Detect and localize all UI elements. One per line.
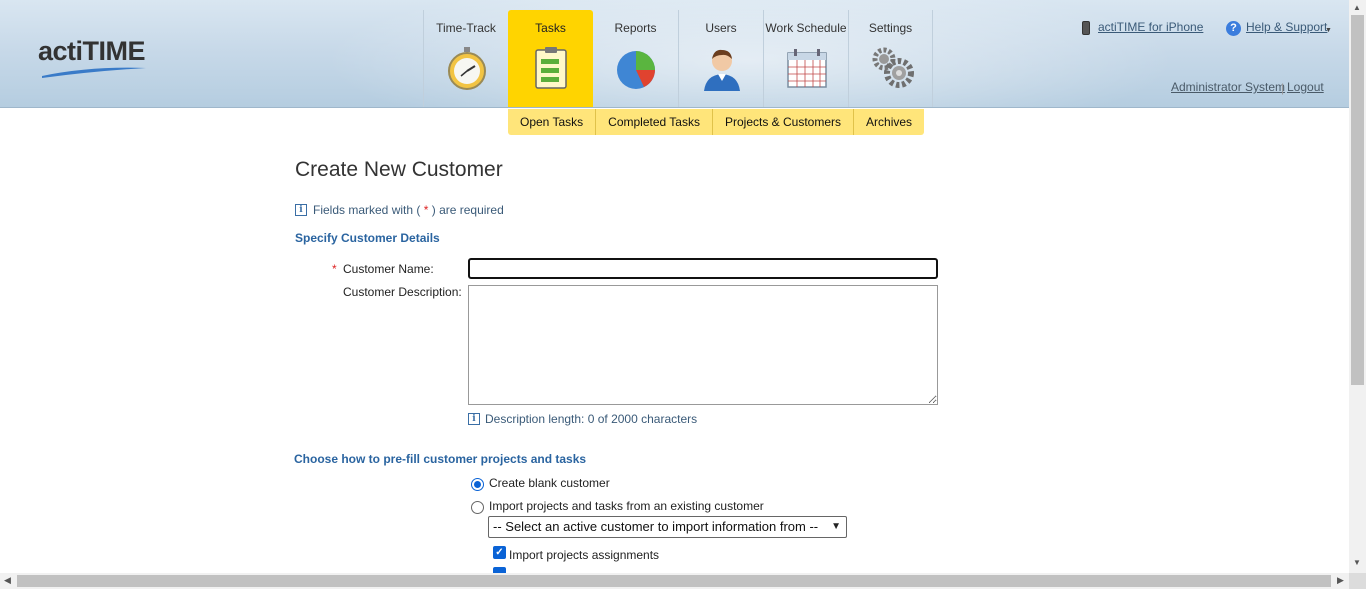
required-star: *	[423, 203, 429, 217]
radio-import-existing[interactable]	[471, 501, 484, 514]
scrollbar-corner	[1349, 573, 1366, 589]
nav-tab-label: Users	[705, 21, 737, 35]
nav-tab-tasks[interactable]: Tasks	[508, 10, 593, 107]
nav-tab-label: Work Schedule	[765, 21, 847, 35]
section-title-prefill: Choose how to pre-fill customer projects…	[294, 452, 587, 466]
vertical-scrollbar[interactable]: ▲ ▼	[1349, 0, 1366, 573]
user-icon	[704, 49, 740, 91]
scroll-up-icon[interactable]: ▲	[1353, 3, 1361, 12]
option-import-existing-label[interactable]: Import projects and tasks from an existi…	[489, 499, 764, 513]
import-customer-select[interactable]: -- Select an active customer to import i…	[488, 516, 847, 538]
customer-name-input[interactable]	[468, 258, 938, 279]
scroll-left-icon[interactable]: ◀	[4, 575, 11, 586]
stopwatch-icon	[448, 47, 486, 90]
subnav-open-tasks[interactable]: Open Tasks	[508, 109, 597, 135]
logout-link[interactable]: Logout	[1287, 80, 1324, 94]
calendar-icon	[787, 49, 827, 88]
required-note-suffix: ) are required	[431, 203, 504, 217]
nav-tab-label: Tasks	[535, 21, 566, 35]
vertical-scroll-thumb[interactable]	[1351, 15, 1364, 385]
user-name-link[interactable]: Administrator System	[1171, 80, 1285, 94]
iphone-link[interactable]: actiTIME for iPhone	[1098, 20, 1203, 34]
import-assignments-label[interactable]: Import projects assignments	[509, 548, 659, 562]
description-length-note: Description length: 0 of 2000 characters	[485, 412, 698, 426]
import-customer-select-value: -- Select an active customer to import i…	[493, 519, 819, 534]
scroll-down-icon[interactable]: ▼	[1353, 558, 1361, 567]
logo-swoosh-icon	[42, 67, 146, 78]
section-title-details: Specify Customer Details	[295, 231, 440, 245]
pie-chart-icon	[617, 51, 655, 89]
nav-tab-label: Time-Track	[436, 21, 496, 35]
checkbox-import-assignments[interactable]: ✓	[493, 546, 506, 559]
gears-icon	[872, 47, 914, 88]
nav-tab-settings[interactable]: Settings	[848, 10, 933, 107]
required-note-prefix: Fields marked with (	[313, 203, 421, 217]
tasks-subnav: Open Tasks Completed Tasks Projects & Cu…	[508, 109, 925, 135]
app-header: actiTIME Time-Track Tasks Reports Users …	[0, 0, 1349, 108]
radio-create-blank[interactable]	[471, 478, 484, 491]
phone-icon	[1082, 21, 1090, 35]
nav-tab-work-schedule[interactable]: Work Schedule	[763, 10, 848, 107]
required-star: *	[332, 262, 337, 276]
help-support-link[interactable]: Help & Support	[1246, 20, 1327, 34]
customer-description-label: Customer Description:	[343, 285, 462, 299]
clipboard-icon	[535, 47, 567, 89]
page-title: Create New Customer	[295, 158, 503, 181]
info-icon: i	[468, 413, 480, 425]
scroll-right-icon[interactable]: ▶	[1337, 575, 1344, 586]
chevron-down-icon[interactable]: ▼	[1325, 27, 1332, 34]
horizontal-scrollbar[interactable]: ◀ ▶	[0, 573, 1349, 589]
subnav-completed-tasks[interactable]: Completed Tasks	[596, 109, 713, 135]
link-separator: |	[1281, 81, 1285, 95]
app-logo[interactable]: actiTIME	[38, 36, 146, 67]
chevron-down-icon: ▼	[831, 521, 841, 532]
nav-tab-label: Settings	[868, 21, 913, 35]
horizontal-scroll-thumb[interactable]	[17, 575, 1331, 587]
customer-description-textarea[interactable]	[468, 285, 938, 405]
subnav-archives[interactable]: Archives	[854, 109, 924, 135]
customer-name-label: Customer Name:	[343, 262, 434, 276]
help-icon: ?	[1226, 21, 1241, 36]
nav-tab-time-track[interactable]: Time-Track	[423, 10, 508, 107]
required-note: Fields marked with ( * ) are required	[313, 203, 504, 217]
nav-tab-label: Reports	[614, 21, 657, 35]
info-icon: i	[295, 204, 307, 216]
nav-tab-reports[interactable]: Reports	[593, 10, 678, 107]
subnav-projects-customers[interactable]: Projects & Customers	[713, 109, 855, 135]
nav-tab-users[interactable]: Users	[678, 10, 763, 107]
option-create-blank-label[interactable]: Create blank customer	[489, 476, 610, 490]
